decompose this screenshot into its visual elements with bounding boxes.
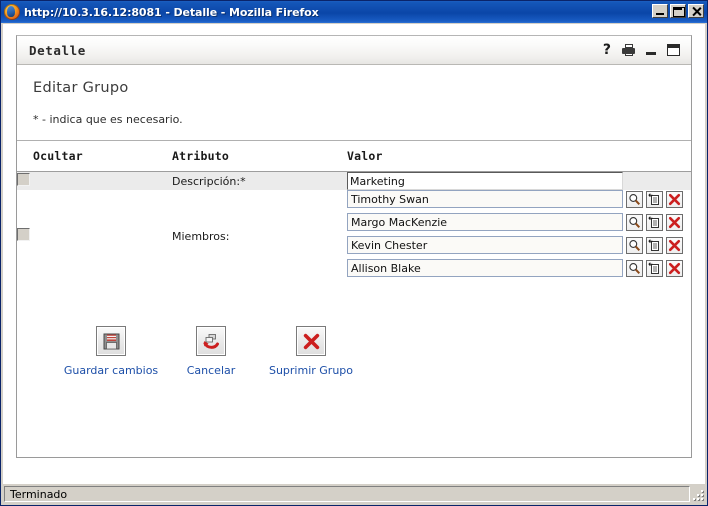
- hide-checkbox-miembros[interactable]: [17, 228, 30, 241]
- close-button[interactable]: [688, 4, 704, 18]
- descripcion-input[interactable]: [347, 172, 623, 190]
- member-input[interactable]: [347, 259, 623, 277]
- save-changes-button[interactable]: Guardar cambios: [61, 326, 161, 378]
- panel-maximize-icon[interactable]: [667, 44, 680, 56]
- value-cell-miembros: [347, 190, 691, 282]
- attribute-label-descripcion: Descripción:*: [172, 172, 347, 191]
- list-item: [347, 190, 691, 208]
- table-row: Miembros:: [17, 190, 691, 282]
- detail-panel: Detalle ? Editar Grupo * - indica que es…: [16, 35, 692, 458]
- list-item: [347, 213, 691, 231]
- delete-group-label: Suprimir Grupo: [269, 363, 353, 378]
- window-title: http://10.3.16.12:8081 - Detalle - Mozil…: [24, 6, 319, 19]
- panel-title: Detalle: [29, 43, 603, 58]
- status-text: Terminado: [4, 486, 690, 502]
- minimize-button[interactable]: [652, 4, 668, 18]
- panel-header: Detalle ?: [17, 36, 691, 65]
- search-icon[interactable]: [626, 191, 643, 208]
- hide-cell: [17, 172, 172, 191]
- browser-page-area: Detalle ? Editar Grupo * - indica que es…: [1, 23, 707, 484]
- form-intro: Editar Grupo * - indica que es necesario…: [17, 65, 691, 140]
- search-icon[interactable]: [626, 260, 643, 277]
- delete-icon[interactable]: [666, 237, 683, 254]
- table-row: Descripción:*: [17, 172, 691, 191]
- member-input[interactable]: [347, 236, 623, 254]
- column-header-attribute: Atributo: [172, 141, 347, 172]
- status-bar: Terminado: [1, 484, 707, 505]
- required-note: * - indica que es necesario.: [33, 113, 691, 126]
- delete-icon[interactable]: [666, 191, 683, 208]
- browser-window: http://10.3.16.12:8081 - Detalle - Mozil…: [0, 0, 708, 506]
- attribute-label-miembros: Miembros:: [172, 190, 347, 282]
- column-header-value: Valor: [347, 141, 691, 172]
- cancel-button[interactable]: Cancelar: [161, 326, 261, 378]
- firefox-icon: [4, 4, 20, 20]
- hide-checkbox-descripcion[interactable]: [17, 173, 30, 186]
- hide-cell: [17, 190, 172, 282]
- new-item-icon[interactable]: [646, 260, 663, 277]
- delete-icon[interactable]: [666, 214, 683, 231]
- print-icon[interactable]: [622, 44, 635, 56]
- panel-header-icons: ?: [603, 43, 680, 57]
- resize-grip[interactable]: [690, 486, 705, 502]
- member-input[interactable]: [347, 213, 623, 231]
- save-changes-label: Guardar cambios: [64, 363, 158, 378]
- window-titlebar: http://10.3.16.12:8081 - Detalle - Mozil…: [1, 1, 707, 23]
- table-header-row: Ocultar Atributo Valor: [17, 141, 691, 172]
- list-item: [347, 259, 691, 277]
- undo-icon: [196, 326, 226, 356]
- column-header-hide: Ocultar: [17, 141, 172, 172]
- save-icon: [96, 326, 126, 356]
- search-icon[interactable]: [626, 214, 643, 231]
- attribute-table: Ocultar Atributo Valor Descripción:*: [17, 141, 691, 282]
- delete-group-button[interactable]: Suprimir Grupo: [261, 326, 361, 378]
- action-bar: Guardar cambios Cancelar: [17, 282, 691, 378]
- window-controls: [652, 4, 704, 18]
- new-item-icon[interactable]: [646, 191, 663, 208]
- cancel-label: Cancelar: [187, 363, 236, 378]
- delete-icon: [296, 326, 326, 356]
- list-item: [347, 236, 691, 254]
- new-item-icon[interactable]: [646, 237, 663, 254]
- new-item-icon[interactable]: [646, 214, 663, 231]
- page-title: Editar Grupo: [33, 80, 691, 96]
- member-input[interactable]: [347, 190, 623, 208]
- panel-body: Editar Grupo * - indica que es necesario…: [17, 65, 691, 457]
- help-icon[interactable]: ?: [603, 43, 611, 57]
- delete-icon[interactable]: [666, 260, 683, 277]
- panel-minimize-icon[interactable]: [646, 52, 656, 55]
- value-cell-descripcion: [347, 172, 691, 191]
- search-icon[interactable]: [626, 237, 643, 254]
- maximize-button[interactable]: [670, 4, 686, 18]
